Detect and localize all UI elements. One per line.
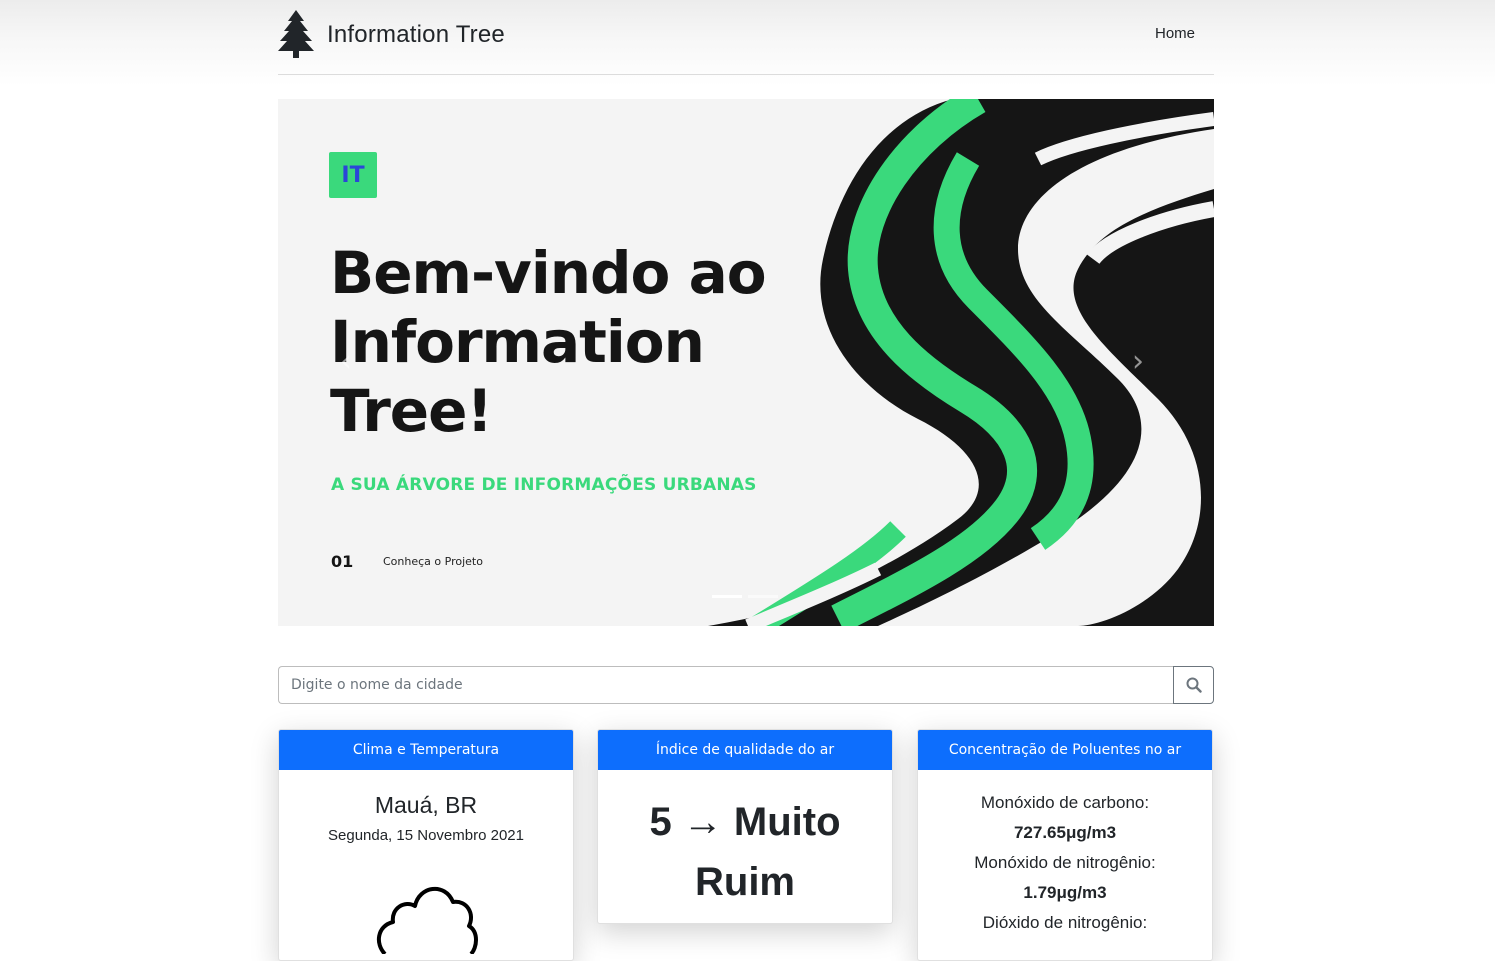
- pollutant-name: Dióxido de nitrogênio:: [982, 913, 1148, 932]
- carousel-indicator-1[interactable]: [712, 595, 742, 598]
- pollutant-name: Monóxido de carbono:: [980, 793, 1150, 812]
- search-icon: [1186, 677, 1202, 693]
- slide-cta-text: Conheça o Projeto: [383, 555, 483, 568]
- carousel-indicator-2[interactable]: [748, 595, 778, 598]
- pollutant-value: 727.65μg/m3: [1013, 823, 1117, 842]
- nav-home-link[interactable]: Home: [1155, 25, 1195, 42]
- weather-card: Clima e Temperatura Mauá, BR Segunda, 15…: [278, 729, 574, 961]
- pollutant-list: Monóxido de carbono: 727.65μg/m3 Monóxid…: [918, 788, 1212, 938]
- hero-carousel: IT Bem-vindo ao Information Tree! A SUA …: [278, 99, 1214, 626]
- carousel-indicators: [712, 595, 778, 598]
- pollutant-name: Monóxido de nitrogênio:: [974, 853, 1156, 872]
- pollutants-card-header: Concentração de Poluentes no ar: [918, 730, 1212, 770]
- weather-card-header: Clima e Temperatura: [279, 730, 573, 770]
- air-quality-card-header: Índice de qualidade do ar: [598, 730, 892, 770]
- hero-title: Bem-vindo ao Information Tree!: [330, 239, 767, 445]
- cloud-icon: [376, 886, 478, 954]
- city-name: Mauá, BR: [374, 792, 478, 818]
- pollutant-value: 1.79μg/m3: [1023, 883, 1107, 902]
- pollutants-card: Concentração de Poluentes no ar Monóxido…: [917, 729, 1213, 961]
- current-date: Segunda, 15 Novembro 2021: [328, 827, 524, 844]
- slide-number: 01: [331, 552, 354, 571]
- air-quality-card: Índice de qualidade do ar 5 → Muito Ruim: [597, 729, 893, 924]
- hero-subtitle: A SUA ÁRVORE DE INFORMAÇÕES URBANAS: [331, 475, 757, 495]
- tree-icon: [278, 10, 314, 58]
- carousel-prev-icon[interactable]: ‹: [340, 344, 352, 379]
- air-quality-index: 5 → Muito Ruim: [649, 800, 841, 904]
- top-navbar: Information Tree Home: [0, 0, 1495, 86]
- brand-name: Information Tree: [327, 21, 505, 48]
- carousel-next-icon[interactable]: ›: [1132, 344, 1144, 379]
- search-button[interactable]: [1173, 666, 1214, 704]
- city-search-input[interactable]: [278, 666, 1173, 704]
- header-divider: [278, 74, 1214, 75]
- it-logo-badge: IT: [329, 152, 377, 198]
- city-search-form: [278, 666, 1214, 704]
- brand-link[interactable]: Information Tree: [278, 9, 505, 59]
